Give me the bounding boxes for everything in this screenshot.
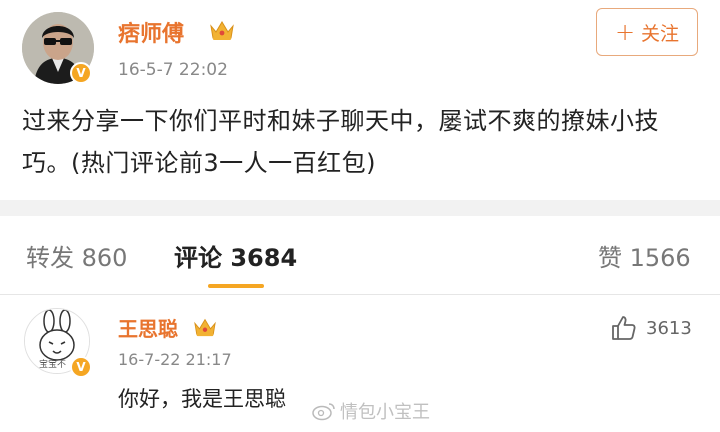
comment-like-count: 3613 [646,317,692,339]
weibo-logo-icon [312,403,335,421]
watermark: 情包小宝王 [312,398,430,424]
avatar-caption: 宝宝不 [39,360,67,370]
comment-verified-badge-icon: V [70,356,92,378]
verified-badge-icon: V [70,62,92,84]
tab-repost[interactable]: 转发 860 [26,238,127,273]
comment-author-name[interactable]: 王思聪 [118,313,178,342]
comment-text: 你好，我是王思聪 [118,387,286,411]
active-tab-indicator [208,284,264,288]
tab-comments[interactable]: 评论 3684 [174,238,297,273]
tabs-divider [0,294,720,295]
post-author-name[interactable]: 痞师傅 [118,16,184,48]
follow-label: 关注 [641,22,680,45]
tab-likes[interactable]: 赞 1566 [598,238,691,273]
section-divider [0,200,720,216]
crown-icon [210,21,234,40]
post-time: 16-5-7 22:02 [118,60,228,80]
comment-like-button[interactable]: 3613 [610,314,692,342]
follow-button[interactable]: + 关注 [596,8,698,56]
comment-crown-icon [194,318,216,337]
comment-time: 16-7-22 21:17 [118,350,232,369]
plus-icon: + [614,18,636,46]
thumbs-up-icon [612,316,636,340]
post-text: 过来分享一下你们平时和妹子聊天中，屡试不爽的撩妹小技巧。(热门评论前3一人一百红… [22,107,659,177]
watermark-text: 情包小宝王 [340,402,430,423]
